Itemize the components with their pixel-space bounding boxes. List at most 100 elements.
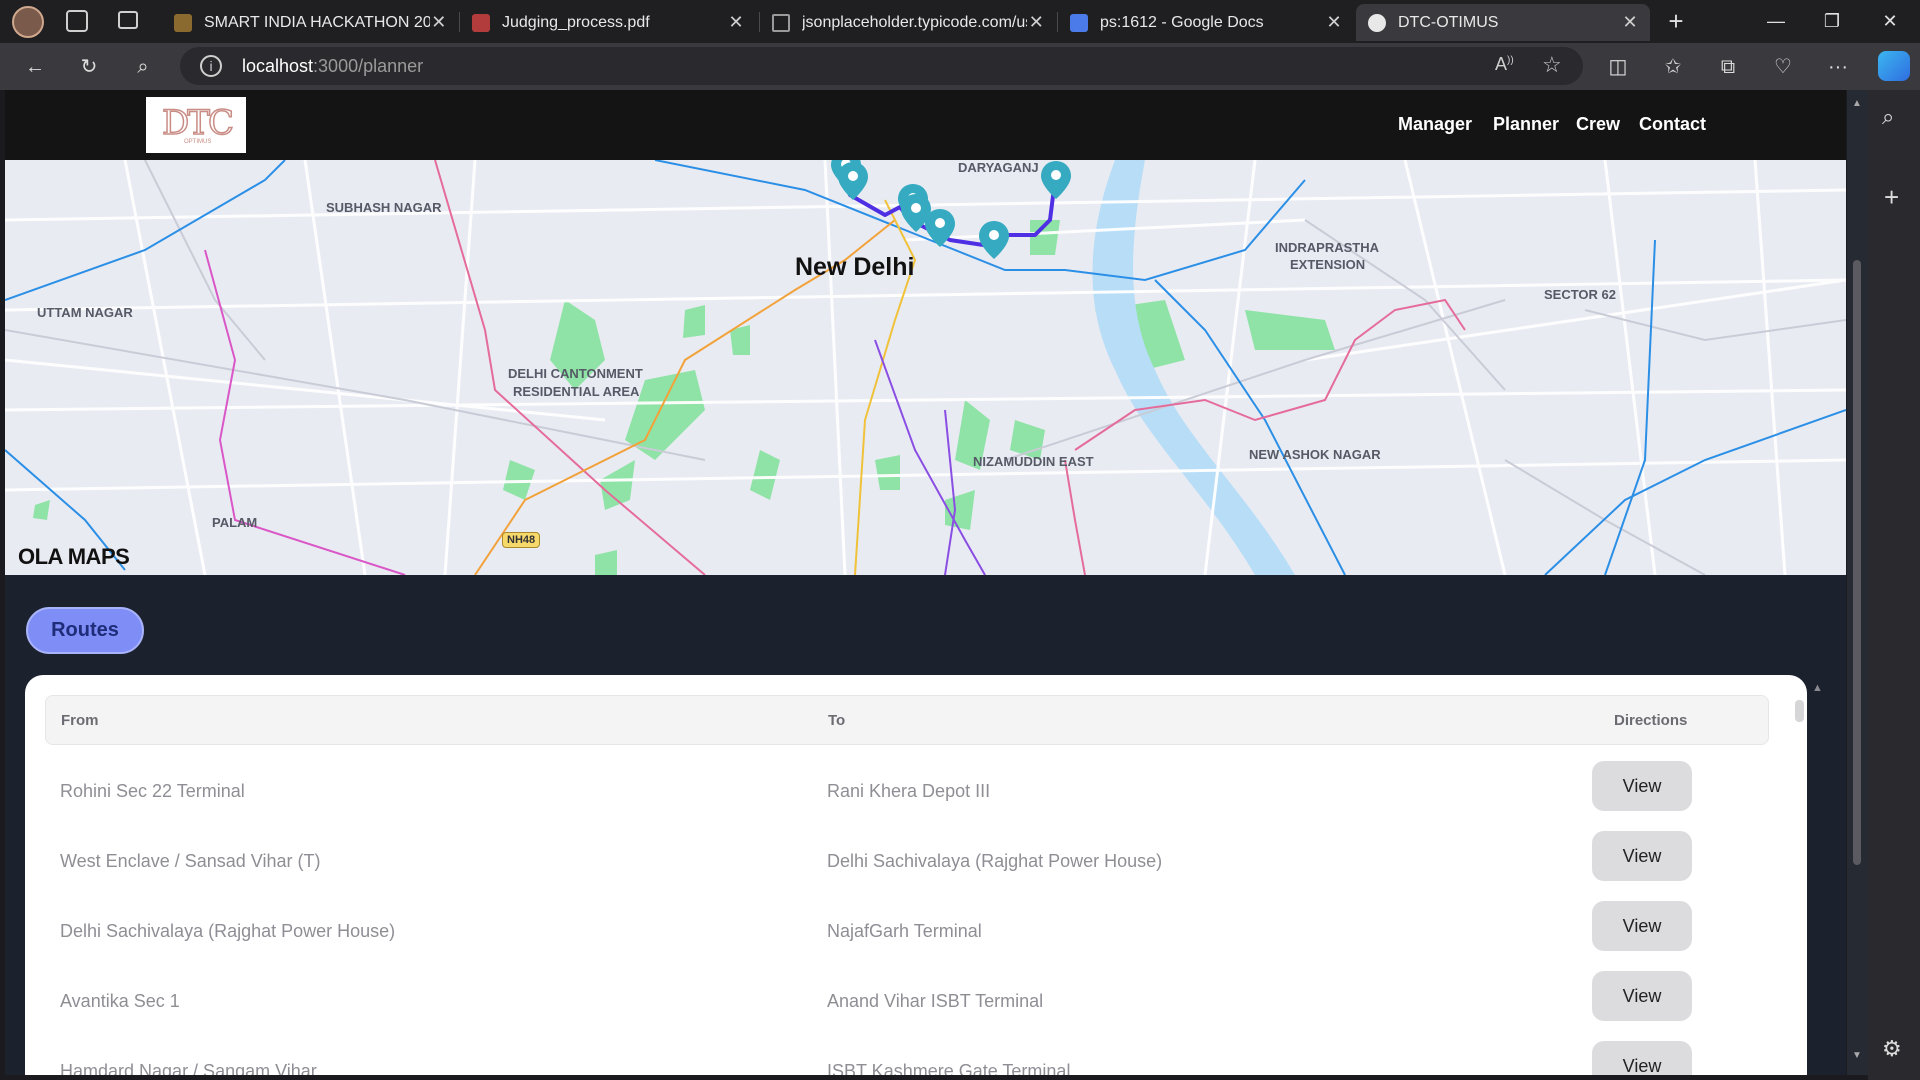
site-navbar: DTC OPTIMUS Manager Planner Crew Contact [5,90,1846,160]
close-icon[interactable]: ✕ [1620,12,1640,33]
map-label: PALAM [212,515,258,530]
scrollbar-thumb[interactable] [1853,260,1861,865]
profile-avatar[interactable] [12,6,44,38]
docs-favicon-icon [1070,13,1088,32]
map-label: NEW ASHOK NAGAR [1249,447,1381,462]
tab-jsonplaceholder[interactable]: jsonplaceholder.typicode.com/us ✕ [760,4,1056,41]
routes-button[interactable]: Routes [26,607,144,654]
nav-crew[interactable]: Crew [1576,114,1620,135]
tab-judging[interactable]: Judging_process.pdf ✕ [460,4,756,41]
highway-shield: NH48 [502,532,541,548]
blue-line-east [654,160,1306,282]
logo-text: DTC [161,102,234,144]
browser-essentials-icon[interactable]: ♡ [1766,51,1800,83]
table-scrollbar[interactable] [1795,685,1805,725]
map-label: INDRAPRASTHA [1275,240,1379,255]
cell-to: Rani Khera Depot III [827,781,991,801]
map-label: NIZAMUDDIN EAST [973,454,1094,469]
cell-from: West Enclave / Sansad Vihar (T) [60,851,321,871]
table-scrollbar-thumb[interactable] [1795,700,1804,722]
view-button[interactable]: View [1592,761,1692,811]
close-icon[interactable]: ✕ [1324,12,1344,33]
map-pin-icon[interactable] [838,162,868,202]
scroll-up-icon[interactable]: ▲ [1852,98,1862,109]
search-icon[interactable]: ⌕ [126,51,160,83]
map-pin-icon[interactable] [1041,161,1071,201]
map-label: SECTOR 62 [1544,287,1617,302]
favorites-icon[interactable]: ✩ [1656,51,1690,83]
map-label-city: New Delhi [795,253,915,281]
sidebar-settings-icon[interactable]: ⚙ [1882,1036,1902,1062]
more-menu-icon[interactable]: ··· [1821,51,1855,83]
browser-sidebar: ⌕ + ⚙ [1868,90,1920,1080]
map-label: RESIDENTIAL AREA [513,384,640,399]
sih-favicon-icon [174,13,192,32]
blue-line-lower [1544,409,1846,575]
view-button[interactable]: View [1592,971,1692,1021]
tab-label: SMART INDIA HACKATHON 2024 [204,13,430,31]
close-window-button[interactable]: ✕ [1864,6,1916,36]
map-label: SUBHASH NAGAR [326,200,442,215]
table-row: Avantika Sec 1 Anand Vihar ISBT Terminal… [25,969,1807,1039]
column-header-directions: Directions [1614,712,1688,729]
reload-icon[interactable]: ↻ [72,51,106,83]
view-button[interactable]: View [1592,1041,1692,1075]
tab-label: DTC-OTIMUS [1398,13,1499,31]
dtc-logo[interactable]: DTC OPTIMUS [146,97,246,153]
logo-subtext: OPTIMUS [184,139,212,145]
table-header: From To Directions [45,695,1769,745]
browser-toolbar: ← ↻ ⌕ i localhost:3000/planner A)) ☆ ◫ ✩… [0,43,1920,90]
minimize-button[interactable]: — [1750,6,1802,36]
browser-tab-strip: SMART INDIA HACKATHON 2024 ✕ Judging_pro… [0,0,1920,43]
table-row: Delhi Sachivalaya (Rajghat Power House) … [25,899,1807,969]
cell-from: Delhi Sachivalaya (Rajghat Power House) [60,921,396,941]
blue-line-north [5,160,286,301]
route-map[interactable]: SUBHASH NAGAR UTTAM NAGAR PALAM New Delh… [5,160,1846,575]
cell-to: Anand Vihar ISBT Terminal [827,991,1044,1011]
tab-dtc-otimus[interactable]: DTC-OTIMUS ✕ [1356,4,1650,41]
routes-table-panel: From To Directions Rohini Sec 22 Termina… [25,675,1807,1075]
cell-from: Avantika Sec 1 [60,991,180,1011]
close-icon[interactable]: ✕ [1027,12,1046,33]
collections-icon[interactable]: ⧉ [1711,51,1745,83]
tab-google-docs[interactable]: ps:1612 - Google Docs ✕ [1058,4,1354,41]
nav-manager[interactable]: Manager [1398,114,1472,135]
dtc-favicon-icon [1368,13,1386,32]
map-pin-icon[interactable] [979,221,1009,261]
scroll-down-icon[interactable]: ▼ [1852,1050,1862,1061]
map-label: DELHI CANTONMENT [508,366,643,381]
nav-contact[interactable]: Contact [1639,114,1706,135]
pink-line-south [1064,459,1086,575]
column-header-to: To [828,712,846,729]
tab-label: jsonplaceholder.typicode.com/us [802,13,1027,31]
map-pin-icon[interactable] [925,209,955,249]
address-bar[interactable]: i localhost:3000/planner A)) ☆ [180,47,1583,85]
nav-planner[interactable]: Planner [1493,114,1559,135]
map-label: EXTENSION [1290,257,1366,272]
workspaces-icon[interactable] [66,10,88,32]
cell-from: Hamdard Nagar / Sangam Vihar [60,1061,317,1075]
page-scrollbar[interactable]: ▲ ▼ [1847,90,1868,1075]
map-label: UTTAM NAGAR [37,305,133,320]
back-arrow-icon[interactable]: ← [18,51,52,83]
favorite-star-icon[interactable]: ☆ [1542,52,1562,78]
maximize-button[interactable]: ❐ [1806,6,1858,36]
sidebar-add-icon[interactable]: + [1884,182,1899,213]
cell-to: Delhi Sachivalaya (Rajghat Power House) [827,851,1163,871]
read-aloud-icon[interactable]: A)) [1495,54,1514,75]
tab-sih[interactable]: SMART INDIA HACKATHON 2024 ✕ [162,4,458,41]
tab-actions-icon[interactable] [118,11,138,29]
view-button[interactable]: View [1592,831,1692,881]
copilot-icon[interactable] [1878,51,1910,81]
split-screen-icon[interactable]: ◫ [1601,51,1635,83]
new-tab-button[interactable]: + [1650,6,1702,36]
table-scroll-up-icon[interactable]: ▲ [1812,682,1823,694]
cell-to: ISBT Kashmere Gate Terminal [827,1061,1071,1075]
cell-to: NajafGarh Terminal [827,921,982,941]
close-icon[interactable]: ✕ [430,12,448,33]
sidebar-search-icon[interactable]: ⌕ [1882,104,1894,130]
site-info-icon[interactable]: i [200,55,222,77]
close-icon[interactable]: ✕ [726,12,746,33]
table-row: West Enclave / Sansad Vihar (T) Delhi Sa… [25,829,1807,899]
view-button[interactable]: View [1592,901,1692,951]
